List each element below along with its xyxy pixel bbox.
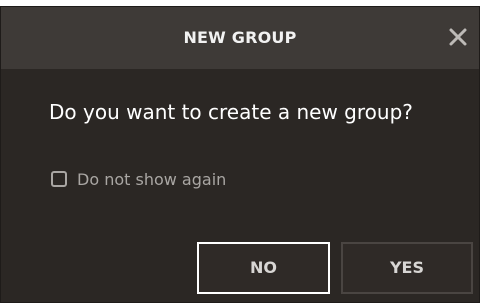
new-group-dialog: NEW GROUP Do you want to create a new gr… — [0, 6, 480, 303]
no-button[interactable]: NO — [197, 242, 330, 294]
dialog-title: NEW GROUP — [183, 28, 297, 47]
dialog-titlebar: NEW GROUP — [1, 7, 479, 69]
dialog-question: Do you want to create a new group? — [49, 100, 413, 124]
yes-button[interactable]: YES — [341, 242, 473, 294]
do-not-show-again-label: Do not show again — [77, 169, 227, 189]
do-not-show-again-checkbox[interactable] — [51, 171, 67, 187]
close-icon[interactable] — [447, 26, 469, 48]
do-not-show-again-option[interactable]: Do not show again — [51, 168, 226, 190]
